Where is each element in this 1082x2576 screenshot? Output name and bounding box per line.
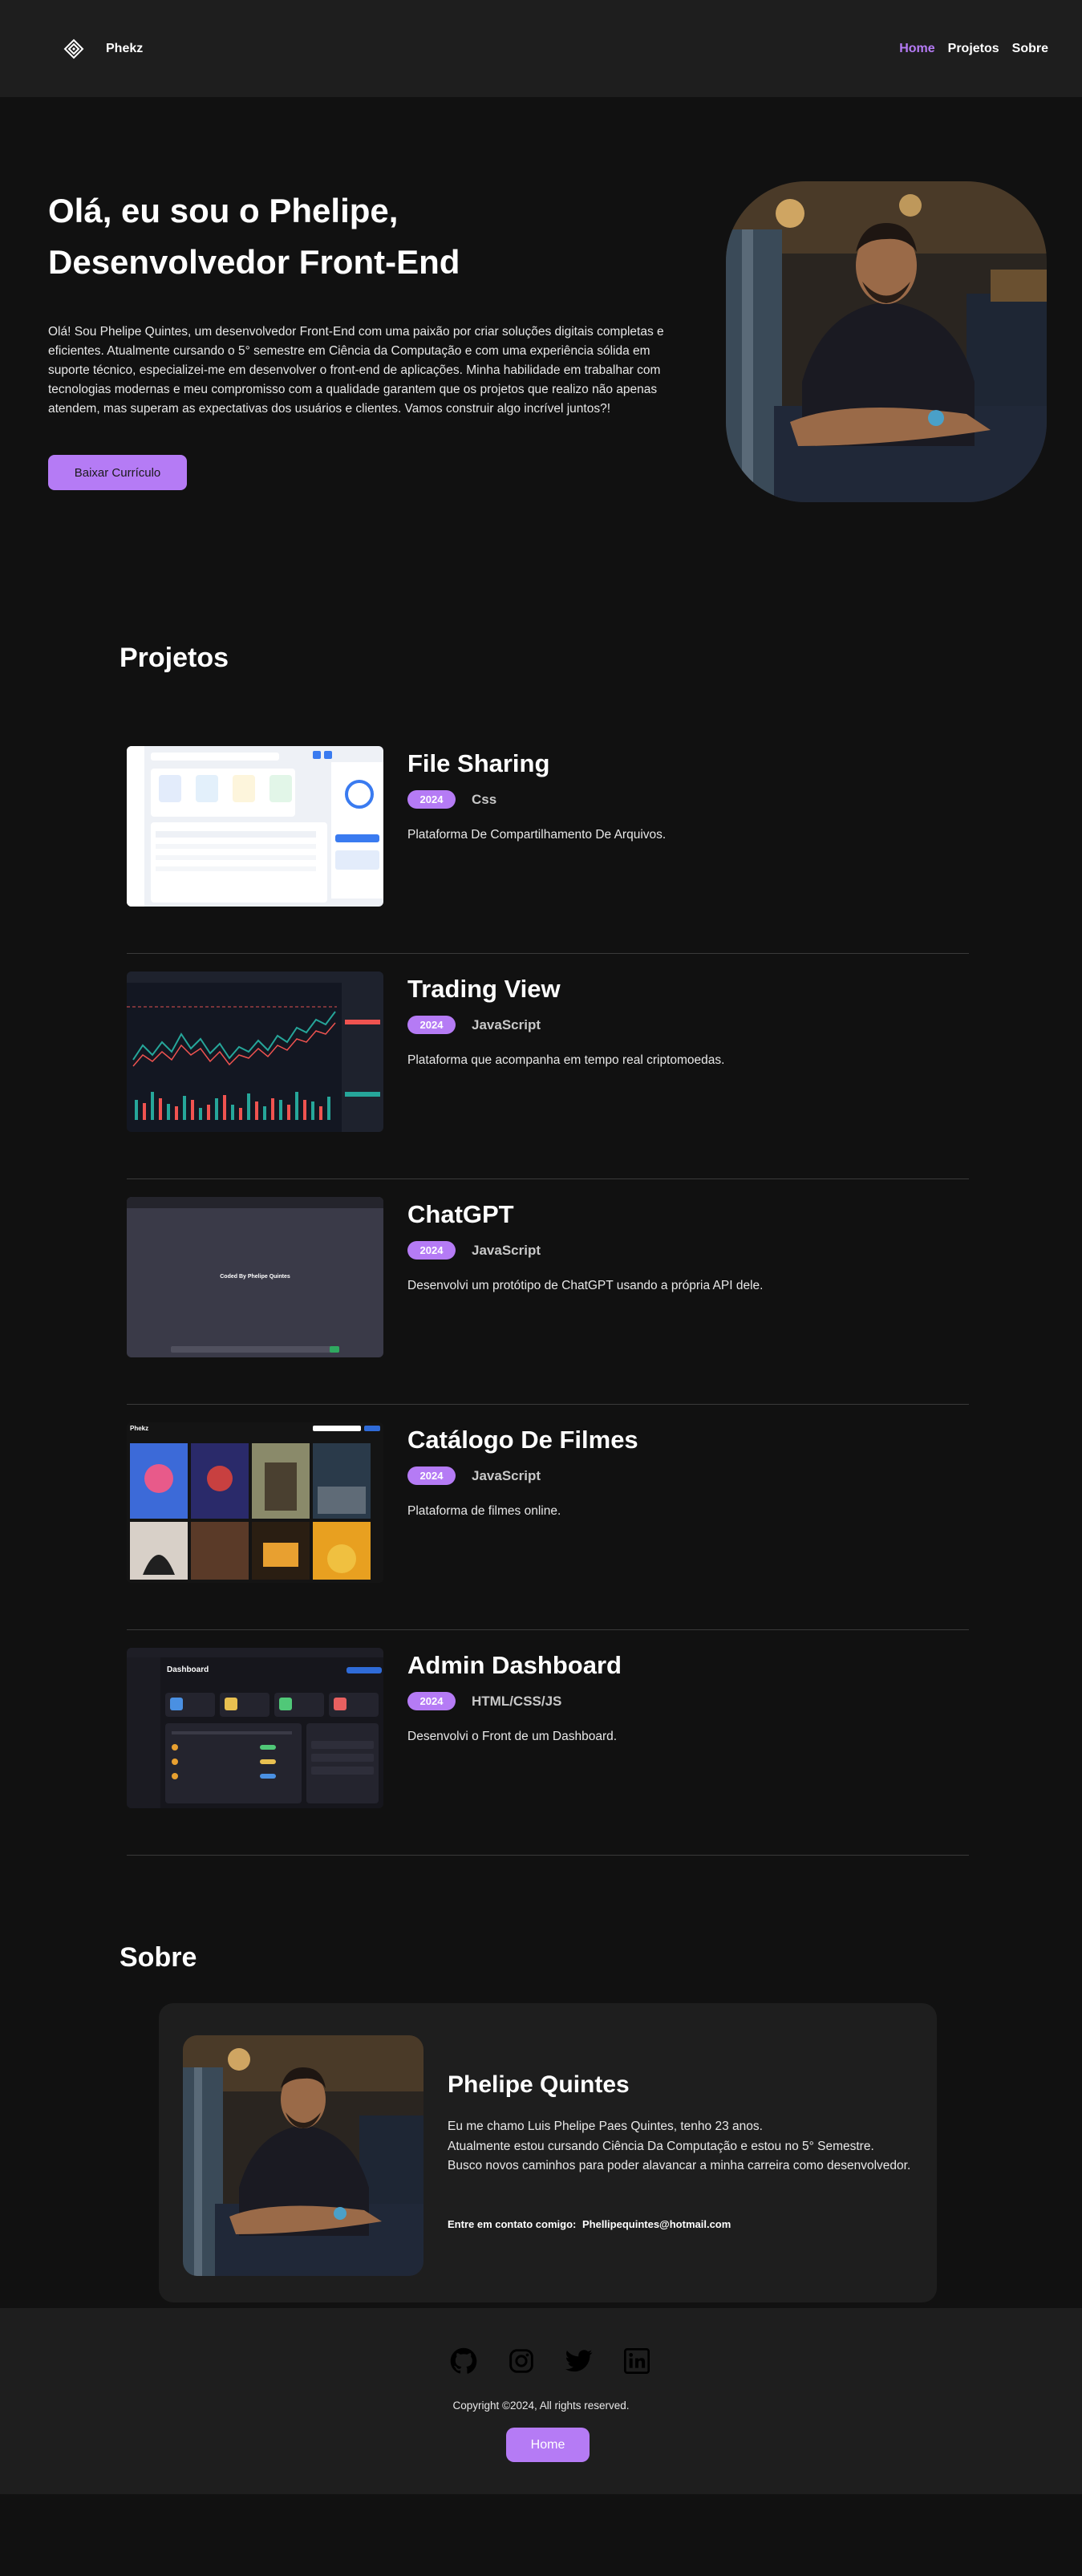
hero-intro: Olá! Sou Phelipe Quintes, um desenvolved… xyxy=(48,325,664,416)
year-badge: 2024 xyxy=(407,1241,456,1260)
project-card[interactable]: Dashboard Admin Dashboard 2024 HTML/CSS/… xyxy=(127,1630,969,1856)
year-badge: 2024 xyxy=(407,1692,456,1710)
hero-title-line1: Olá, eu sou o Phelipe, xyxy=(48,192,399,229)
project-thumbnail-admin-dashboard[interactable]: Dashboard xyxy=(127,1648,383,1808)
project-description: Desenvolvi o Front de um Dashboard. xyxy=(407,1730,618,1743)
project-card[interactable]: Trading View 2024 JavaScript Plataforma … xyxy=(127,954,969,1179)
about-bio-line: Eu me chamo Luis Phelipe Paes Quintes, t… xyxy=(448,2120,763,2133)
project-title: Trading View xyxy=(407,975,561,1003)
nav-projects[interactable]: Projetos xyxy=(948,42,999,56)
twitter-icon[interactable] xyxy=(565,2347,594,2375)
tech-label: Css xyxy=(472,792,497,807)
profile-photo xyxy=(726,181,1047,502)
project-list: File Sharing 2024 Css Plataforma De Comp… xyxy=(127,728,969,1856)
linkedin-icon[interactable] xyxy=(622,2347,651,2375)
nav-home[interactable]: Home xyxy=(899,42,934,56)
project-thumbnail-movie-catalog[interactable]: Phekz xyxy=(127,1422,383,1583)
about-photo xyxy=(183,2035,423,2276)
site-footer: Copyright ©2024, All rights reserved. Ho… xyxy=(0,2308,1082,2494)
chatgpt-thumb-caption: Coded By Phelipe Quintes xyxy=(220,1274,290,1280)
projects-section: Projetos File Sharing 2024 Css Plataform… xyxy=(0,578,1082,1883)
instagram-icon[interactable] xyxy=(507,2347,536,2375)
brand[interactable]: Phekz xyxy=(63,38,143,60)
project-description: Plataforma De Compartilhamento De Arquiv… xyxy=(407,828,667,842)
projects-title: Projetos xyxy=(120,643,229,673)
about-bio: Eu me chamo Luis Phelipe Paes Quintes, t… xyxy=(448,2117,913,2176)
tech-label: JavaScript xyxy=(472,1468,541,1483)
project-thumbnail-chatgpt[interactable]: Coded By Phelipe Quintes xyxy=(127,1197,383,1357)
project-description: Desenvolvi um protótipo de ChatGPT usand… xyxy=(407,1279,764,1292)
contact-line: Entre em contato comigo: Phellipequintes… xyxy=(448,2218,731,2230)
social-links xyxy=(449,2347,651,2375)
year-badge: 2024 xyxy=(407,1016,456,1034)
download-cv-button[interactable]: Baixar Currículo xyxy=(48,455,187,490)
about-section: Sobre Phelipe Quintes Eu me chamo Luis P… xyxy=(0,1883,1082,2302)
project-card[interactable]: Phekz Catálogo De Filmes 2024 JavaScript… xyxy=(127,1405,969,1630)
logo-icon xyxy=(63,38,85,60)
tech-label: JavaScript xyxy=(472,1243,541,1258)
project-title: Catálogo De Filmes xyxy=(407,1426,638,1454)
project-description: Plataforma de filmes online. xyxy=(407,1504,561,1518)
hero-section: Olá, eu sou o Phelipe, Desenvolvedor Fro… xyxy=(0,97,1082,578)
home-button[interactable]: Home xyxy=(506,2428,590,2462)
site-header: Phekz Home Projetos Sobre xyxy=(0,0,1082,97)
brand-name: Phekz xyxy=(106,41,144,55)
tech-label: JavaScript xyxy=(472,1017,541,1032)
project-title: File Sharing xyxy=(407,749,550,777)
project-thumbnail-file-sharing[interactable] xyxy=(127,746,383,907)
main-nav: Home Projetos Sobre xyxy=(899,42,1048,56)
contact-email[interactable]: Phellipequintes@hotmail.com xyxy=(582,2218,731,2230)
contact-label: Entre em contato comigo: xyxy=(448,2218,577,2230)
hero-title: Olá, eu sou o Phelipe, Desenvolvedor Fro… xyxy=(48,185,497,288)
project-thumbnail-trading-view[interactable] xyxy=(127,972,383,1132)
project-description: Plataforma que acompanha em tempo real c… xyxy=(407,1053,725,1067)
year-badge: 2024 xyxy=(407,1466,456,1485)
about-name: Phelipe Quintes xyxy=(448,2071,630,2098)
project-title: Admin Dashboard xyxy=(407,1651,622,1679)
about-title: Sobre xyxy=(120,1942,197,1973)
year-badge: 2024 xyxy=(407,790,456,809)
about-bio-line: Atualmente estou cursando Ciência Da Com… xyxy=(448,2139,874,2153)
copyright: Copyright ©2024, All rights reserved. xyxy=(452,2400,630,2412)
github-icon[interactable] xyxy=(449,2347,478,2375)
project-card[interactable]: Coded By Phelipe Quintes ChatGPT 2024 Ja… xyxy=(127,1179,969,1405)
project-card[interactable]: File Sharing 2024 Css Plataforma De Comp… xyxy=(127,728,969,954)
about-bio-line: Busco novos caminhos para poder alavanca… xyxy=(448,2159,911,2172)
tech-label: HTML/CSS/JS xyxy=(472,1694,562,1709)
nav-about[interactable]: Sobre xyxy=(1012,42,1048,56)
about-card: Phelipe Quintes Eu me chamo Luis Phelipe… xyxy=(159,2003,937,2302)
hero-title-line2: Desenvolvedor Front-End xyxy=(48,243,460,281)
project-title: ChatGPT xyxy=(407,1200,514,1228)
